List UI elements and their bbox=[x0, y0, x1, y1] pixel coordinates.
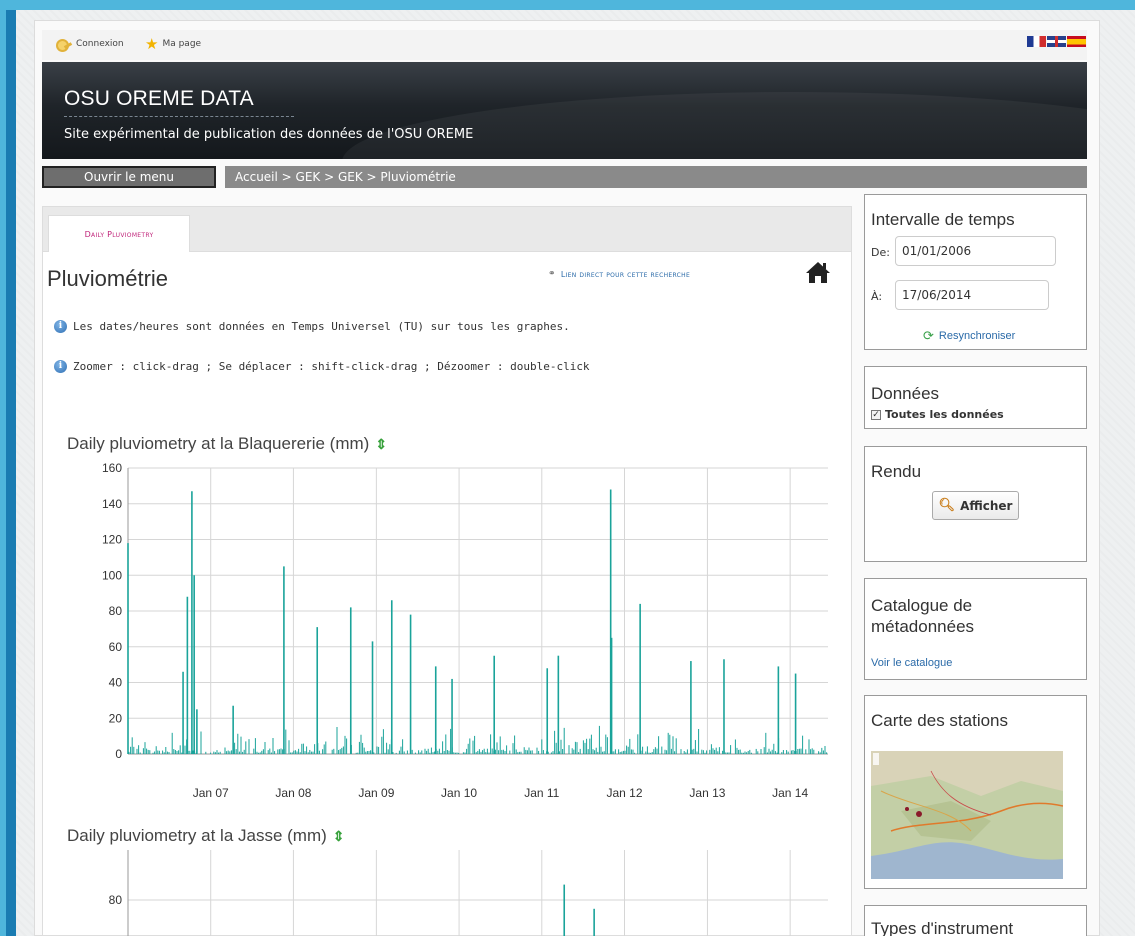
chart2-title-text: Daily pluviometry at la Jasse (mm) bbox=[67, 826, 327, 845]
interval-title: Intervalle de temps bbox=[871, 210, 1015, 229]
resync-label: Resynchroniser bbox=[938, 330, 1016, 342]
chart2-title: Daily pluviometry at la Jasse (mm) ⇕ bbox=[67, 826, 345, 846]
my-page-link[interactable]: ★ Ma page bbox=[145, 35, 202, 53]
chart1-title-text: Daily pluviometry at la Blaquererie (mm) bbox=[67, 434, 370, 453]
y-tick-label: 160 bbox=[102, 461, 122, 475]
x-tick-label: Jan 12 bbox=[606, 786, 642, 800]
y-tick-label: 80 bbox=[109, 893, 123, 907]
chart2-jasse[interactable]: 80 bbox=[60, 850, 838, 936]
tab-daily-pluviometry[interactable]: Daily Pluviometry bbox=[48, 215, 190, 252]
stations-map[interactable] bbox=[871, 751, 1063, 879]
x-tick-label: Jan 13 bbox=[689, 786, 725, 800]
map-panel: Carte des stations bbox=[864, 695, 1087, 889]
resize-arrow-icon[interactable]: ⇕ bbox=[375, 436, 387, 453]
flag-es-icon[interactable] bbox=[1067, 36, 1086, 47]
language-flags bbox=[1027, 36, 1086, 47]
site-title[interactable]: OSU OREME DATA bbox=[64, 87, 254, 111]
login-link[interactable]: Connexion bbox=[56, 38, 124, 52]
site-header: OSU OREME DATA Site expérimental de publ… bbox=[42, 62, 1087, 159]
data-title: Données bbox=[871, 384, 940, 403]
x-tick-label: Jan 10 bbox=[441, 786, 477, 800]
info-zoom-text: Zoomer : click-drag ; Se déplacer : shif… bbox=[73, 360, 590, 373]
map-title: Carte des stations bbox=[871, 711, 1009, 730]
y-tick-label: 140 bbox=[102, 497, 122, 511]
to-date-input[interactable]: 17/06/2014 bbox=[895, 280, 1049, 310]
flag-fr-icon[interactable] bbox=[1027, 36, 1046, 47]
x-tick-label: Jan 07 bbox=[193, 786, 229, 800]
instrument-title: Types d'instrument bbox=[871, 919, 1014, 936]
data-panel: Données ✓ Toutes les données bbox=[864, 366, 1087, 429]
from-date-input[interactable]: 01/01/2006 bbox=[895, 236, 1056, 266]
render-panel: Rendu 🔍︎ Afficher bbox=[864, 446, 1087, 562]
catalog-link[interactable]: Voir le catalogue bbox=[871, 657, 952, 669]
x-tick-label: Jan 14 bbox=[772, 786, 808, 800]
login-label: Connexion bbox=[76, 39, 124, 49]
info-timezone-text: Les dates/heures sont données en Temps U… bbox=[73, 320, 570, 333]
x-tick-label: Jan 11 bbox=[524, 786, 559, 800]
resync-link[interactable]: ⟳ Resynchroniser bbox=[923, 328, 1015, 344]
resize-arrow-icon[interactable]: ⇕ bbox=[333, 828, 345, 845]
info-timezone: i Les dates/heures sont données en Temps… bbox=[54, 320, 570, 333]
all-data-label: Toutes les données bbox=[885, 408, 1004, 421]
catalog-panel: Catalogue de métadonnées Voir le catalog… bbox=[864, 578, 1087, 680]
x-tick-label: Jan 08 bbox=[275, 786, 311, 800]
show-button[interactable]: 🔍︎ Afficher bbox=[932, 491, 1019, 520]
my-page-label: Ma page bbox=[162, 39, 202, 49]
direct-link[interactable]: ⚭ Lien direct pour cette recherche bbox=[548, 269, 690, 279]
y-tick-label: 40 bbox=[109, 676, 123, 690]
y-tick-label: 20 bbox=[109, 711, 123, 725]
from-label: De: bbox=[871, 246, 890, 259]
all-data-checkbox[interactable]: ✓ Toutes les données bbox=[871, 408, 1004, 421]
home-icon[interactable] bbox=[805, 260, 831, 284]
chart1-blaquererie[interactable]: 0 20 40 60 80 100 120 140 160 Jan 07 Jan 08 Jan 09 J… bbox=[60, 458, 838, 808]
flag-uk-icon[interactable] bbox=[1047, 36, 1066, 47]
chart1-title: Daily pluviometry at la Blaquererie (mm)… bbox=[67, 434, 387, 454]
open-menu-button[interactable]: Ouvrir le menu bbox=[42, 166, 216, 188]
y-tick-label: 100 bbox=[102, 568, 122, 582]
y-tick-label: 60 bbox=[109, 640, 123, 654]
star-icon: ★ bbox=[145, 35, 159, 53]
info-zoom: i Zoomer : click-drag ; Se déplacer : sh… bbox=[54, 360, 590, 373]
refresh-icon: ⟳ bbox=[923, 328, 934, 343]
checkbox-checked-icon: ✓ bbox=[871, 409, 881, 420]
direct-link-label: Lien direct pour cette recherche bbox=[560, 269, 691, 279]
info-icon: i bbox=[54, 320, 67, 333]
interval-panel: Intervalle de temps De: 01/01/2006 À: 17… bbox=[864, 194, 1087, 350]
catalog-title: Catalogue de métadonnées bbox=[871, 596, 975, 636]
title-underline bbox=[64, 116, 294, 117]
to-label: À: bbox=[871, 290, 883, 303]
key-icon bbox=[56, 38, 72, 52]
show-button-label: Afficher bbox=[960, 498, 1013, 513]
info-icon: i bbox=[54, 360, 67, 373]
site-subtitle: Site expérimental de publication des don… bbox=[64, 127, 474, 142]
breadcrumb[interactable]: Accueil > GEK > GEK > Pluviométrie bbox=[225, 166, 1087, 188]
y-tick-label: 80 bbox=[109, 604, 123, 618]
y-tick-label: 120 bbox=[102, 533, 122, 547]
instrument-panel: Types d'instrument bbox=[864, 905, 1087, 936]
x-tick-label: Jan 09 bbox=[358, 786, 394, 800]
map-image bbox=[871, 751, 1063, 879]
magnifier-icon: 🔍︎ bbox=[938, 498, 956, 513]
link-icon: ⚭ bbox=[548, 269, 556, 279]
render-title: Rendu bbox=[871, 462, 922, 481]
page-title: Pluviométrie bbox=[47, 266, 169, 291]
y-tick-label: 0 bbox=[115, 747, 122, 761]
